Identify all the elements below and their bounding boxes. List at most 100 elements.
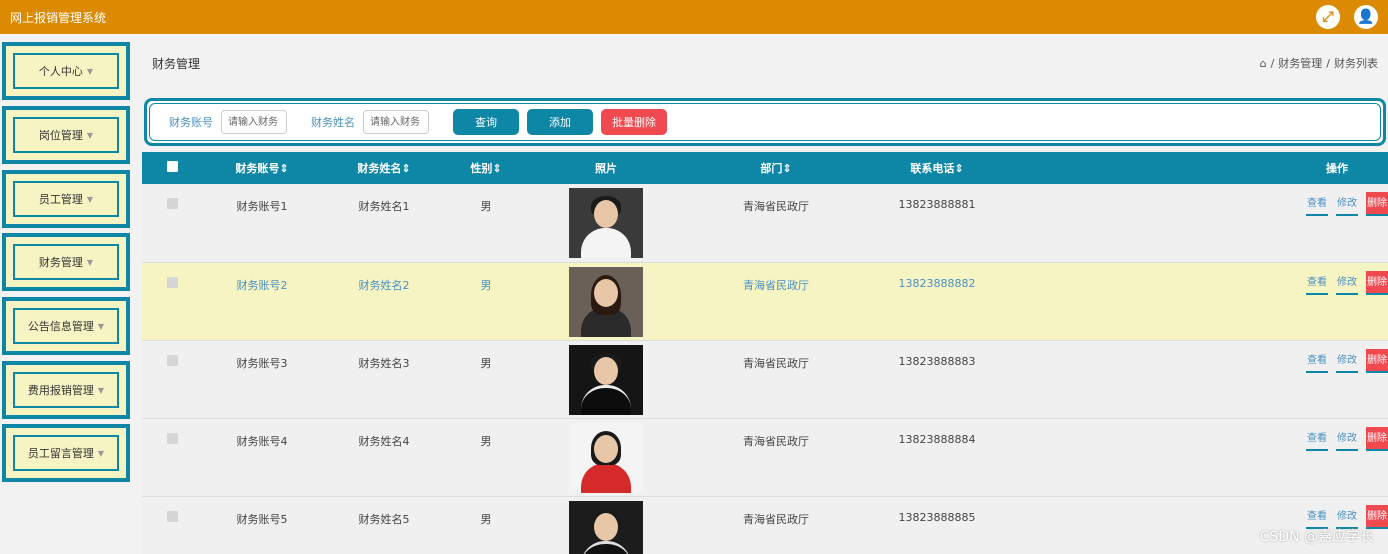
sort-icon: ⇕ (279, 162, 289, 175)
name-label: 财务姓名 (311, 116, 355, 129)
gender-cell: 男 (446, 496, 526, 554)
column-header-photo: 照片 (526, 152, 686, 184)
sidebar-item-label: 员工留言管理 (27, 447, 94, 460)
edit-button[interactable]: 修改 (1336, 427, 1358, 451)
employee-photo (569, 188, 643, 258)
column-header-name[interactable]: 财务姓名⇕ (322, 152, 446, 184)
view-button[interactable]: 查看 (1306, 505, 1328, 529)
row-actions: 查看 修改 删除 (1306, 270, 1388, 295)
phone-cell: 13823888881 (866, 184, 1008, 263)
column-header-dept[interactable]: 部门⇕ (686, 152, 866, 184)
batch-delete-button[interactable]: 批量删除 (601, 109, 667, 135)
sort-icon: ⇕ (782, 162, 792, 175)
row-actions: 查看 修改 删除 (1306, 426, 1388, 451)
sidebar-item-position[interactable]: 岗位管理 ▼ (2, 106, 130, 164)
column-header-gender[interactable]: 性别⇕ (446, 152, 526, 184)
dept-cell: 青海省民政厅 (686, 418, 866, 497)
sidebar-item-label: 财务管理 (38, 256, 83, 269)
gender-cell: 男 (446, 418, 526, 497)
sidebar-item-announcement[interactable]: 公告信息管理 ▼ (2, 297, 130, 355)
row-checkbox[interactable] (166, 354, 178, 366)
column-header-account[interactable]: 财务账号⇕ (202, 152, 322, 184)
photo-cell (526, 340, 686, 419)
sidebar-item-personal-center[interactable]: 个人中心 ▼ (2, 42, 130, 100)
select-all-checkbox[interactable] (166, 161, 178, 172)
top-bar: 网上报销管理系统 ⤢ 👤 (0, 0, 1388, 34)
sidebar-item-messages[interactable]: 员工留言管理 ▼ (2, 424, 130, 482)
delete-button[interactable]: 删除 (1366, 348, 1388, 373)
gender-cell: 男 (446, 340, 526, 419)
column-header-label: 财务账号 (235, 162, 280, 175)
delete-button[interactable]: 删除 (1366, 192, 1388, 216)
account-cell: 财务账号2 (202, 262, 322, 341)
row-select-cell (142, 340, 202, 419)
row-checkbox[interactable] (166, 198, 178, 209)
dept-cell: 青海省民政厅 (686, 340, 866, 419)
edit-button[interactable]: 修改 (1336, 505, 1358, 529)
employee-photo (569, 266, 643, 337)
name-search-input[interactable] (363, 110, 429, 134)
delete-button[interactable]: 删除 (1366, 270, 1388, 295)
breadcrumb-separator: / (1270, 56, 1275, 70)
employee-photo (569, 500, 643, 554)
gender-cell: 男 (446, 262, 526, 341)
row-checkbox[interactable] (166, 510, 178, 522)
data-table: 财务账号⇕ 财务姓名⇕ 性别⇕ 照片 部门⇕ 联系电话⇕ 操作 财务账号1 财务… (142, 152, 1388, 554)
home-icon[interactable]: ⌂ (1260, 57, 1267, 70)
breadcrumb-item[interactable]: 财务管理 (1278, 55, 1322, 71)
row-checkbox[interactable] (166, 276, 178, 288)
name-cell: 财务姓名4 (322, 418, 446, 497)
fullscreen-icon[interactable]: ⤢ (1316, 5, 1340, 29)
row-actions: 查看 修改 删除 (1306, 348, 1388, 373)
chevron-down-icon: ▼ (97, 448, 105, 458)
edit-button[interactable]: 修改 (1336, 349, 1358, 373)
delete-button[interactable]: 删除 (1366, 504, 1388, 529)
row-checkbox[interactable] (166, 432, 178, 444)
name-cell: 财务姓名1 (322, 184, 446, 263)
photo-cell (526, 262, 686, 341)
view-button[interactable]: 查看 (1306, 192, 1328, 216)
sidebar-item-employee[interactable]: 员工管理 ▼ (2, 170, 130, 228)
add-button[interactable]: 添加 (527, 109, 593, 135)
search-bar: 财务账号 财务姓名 查询 添加 批量删除 (144, 98, 1386, 146)
table-row: 财务账号5 财务姓名5 男 青海省民政厅 13823888885 查看 修改 删除 (142, 496, 1388, 554)
account-search-input[interactable] (221, 110, 287, 134)
query-button[interactable]: 查询 (453, 109, 519, 135)
select-all-cell (142, 152, 202, 184)
view-button[interactable]: 查看 (1306, 271, 1328, 295)
view-button[interactable]: 查看 (1306, 427, 1328, 451)
phone-cell: 13823888882 (866, 262, 1008, 341)
account-cell: 财务账号1 (202, 184, 322, 263)
edit-button[interactable]: 修改 (1336, 271, 1358, 295)
name-cell: 财务姓名5 (322, 496, 446, 554)
column-header-label: 联系电话 (910, 162, 955, 175)
chevron-down-icon: ▼ (86, 130, 94, 140)
account-cell: 财务账号5 (202, 496, 322, 554)
table-row: 财务账号2 财务姓名2 男 青海省民政厅 13823888882 查看 修改 删除 (142, 262, 1388, 341)
chevron-down-icon: ▼ (86, 194, 94, 204)
breadcrumb: ⌂ / 财务管理 / 财务列表 (1260, 55, 1378, 71)
sidebar-item-finance[interactable]: 财务管理 ▼ (2, 233, 130, 291)
table-header-row: 财务账号⇕ 财务姓名⇕ 性别⇕ 照片 部门⇕ 联系电话⇕ 操作 (142, 152, 1388, 184)
actions-cell: 查看 修改 删除 (1008, 262, 1388, 341)
sidebar-item-label: 员工管理 (38, 193, 83, 206)
sidebar: 个人中心 ▼ 岗位管理 ▼ 员工管理 ▼ 财务管理 ▼ 公告信息管理 ▼ 费用报销管理 ▼ … (0, 34, 134, 554)
column-header-phone[interactable]: 联系电话⇕ (866, 152, 1008, 184)
breadcrumb-separator: / (1326, 56, 1330, 70)
user-icon[interactable]: 👤 (1354, 5, 1378, 29)
view-button[interactable]: 查看 (1306, 349, 1328, 373)
row-select-cell (142, 418, 202, 497)
employee-photo (569, 344, 643, 415)
sidebar-item-label: 岗位管理 (38, 129, 83, 142)
main-content: 财务管理 ⌂ / 财务管理 / 财务列表 财务账号 财务姓名 查询 添加 批量删… (142, 34, 1388, 554)
sidebar-item-label: 费用报销管理 (27, 384, 94, 397)
sort-icon: ⇕ (401, 162, 411, 175)
column-header-label: 部门 (760, 162, 783, 175)
edit-button[interactable]: 修改 (1336, 192, 1358, 216)
chevron-down-icon: ▼ (97, 321, 105, 331)
table-row: 财务账号4 财务姓名4 男 青海省民政厅 13823888884 查看 修改 删除 (142, 418, 1388, 497)
sidebar-item-expense[interactable]: 费用报销管理 ▼ (2, 361, 130, 419)
row-actions: 查看 修改 删除 (1306, 504, 1388, 529)
delete-button[interactable]: 删除 (1366, 426, 1388, 451)
sort-icon: ⇕ (954, 162, 964, 175)
